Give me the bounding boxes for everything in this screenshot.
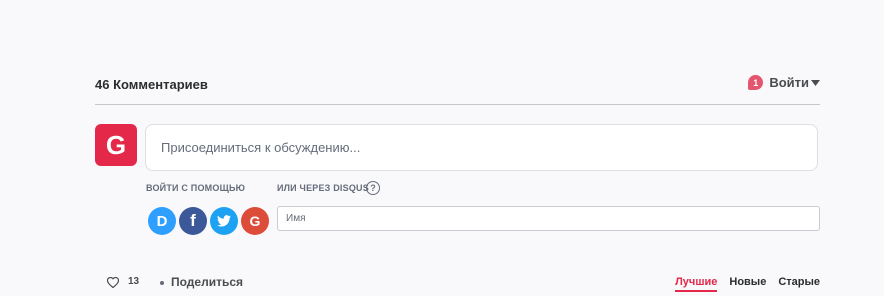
user-avatar[interactable]: G — [95, 124, 137, 166]
recommend-count: 13 — [128, 276, 140, 287]
notification-badge[interactable]: 1 — [748, 75, 764, 90]
disqus-icon: D — [156, 212, 168, 230]
login-with-label: ВОЙТИ С ПОМОЩЬЮ — [146, 183, 246, 193]
twitter-login-button[interactable] — [210, 207, 238, 235]
separator-dot — [160, 281, 164, 285]
twitter-bird-icon — [217, 215, 231, 227]
comment-count: 46 Комментариев — [95, 77, 208, 92]
facebook-login-button[interactable]: f — [179, 207, 207, 235]
sort-tabs: Лучшие Новые Старые — [663, 276, 820, 292]
heart-icon[interactable] — [107, 277, 119, 288]
login-button[interactable]: Войти — [769, 75, 809, 90]
help-icon[interactable]: ? — [366, 181, 380, 195]
google-login-button[interactable]: G — [241, 207, 269, 235]
facebook-icon: f — [190, 211, 196, 230]
login-menu[interactable]: 1 Войти — [748, 75, 820, 90]
or-disqus-label: ИЛИ ЧЕРЕЗ DISQUS — [277, 183, 369, 193]
comments-header: 46 Комментариев 1 Войти — [95, 74, 820, 105]
name-input[interactable] — [277, 206, 820, 231]
google-icon: G — [249, 213, 261, 229]
comment-compose-box[interactable]: Присоединиться к обсуждению... — [145, 124, 818, 171]
sort-tab-oldest[interactable]: Старые — [778, 276, 820, 292]
disqus-login-button[interactable]: D — [148, 207, 176, 235]
sort-tab-newest[interactable]: Новые — [729, 276, 766, 292]
caret-down-icon — [811, 79, 820, 86]
sort-tab-best[interactable]: Лучшие — [675, 276, 718, 292]
share-button[interactable]: Поделиться — [171, 275, 243, 289]
comments-footer: 13 Поделиться Лучшие Новые Старые — [107, 273, 820, 293]
